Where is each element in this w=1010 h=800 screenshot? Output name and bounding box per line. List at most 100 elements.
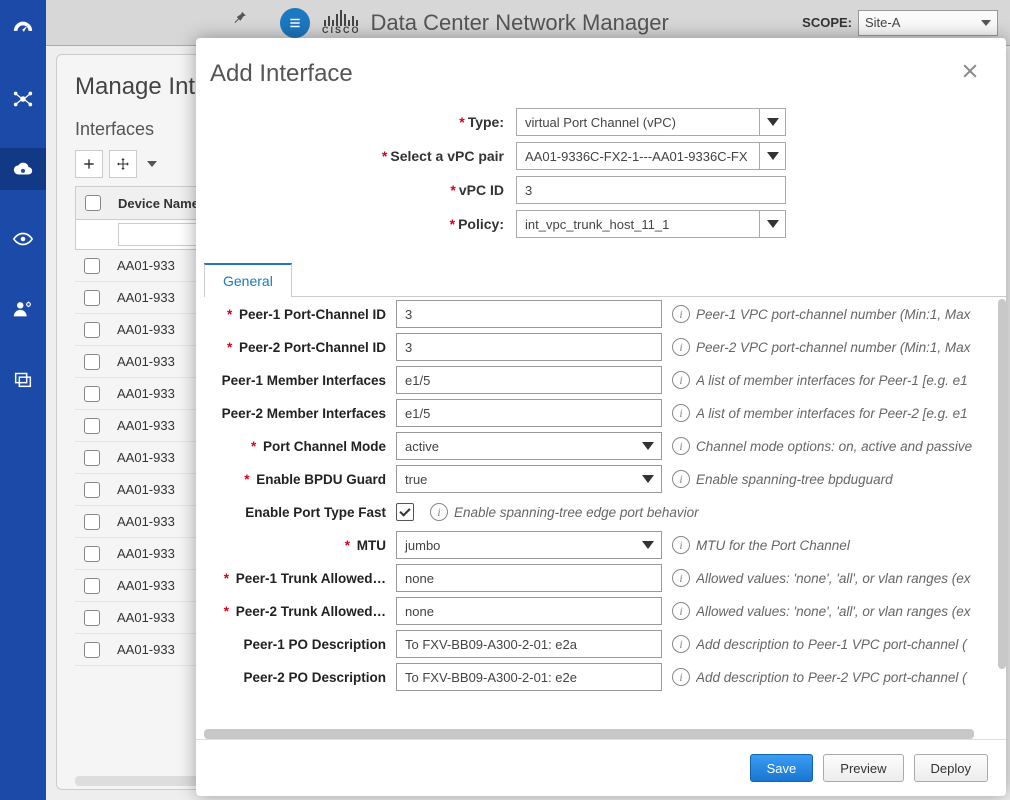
type-value: virtual Port Channel (vPC) bbox=[525, 115, 676, 130]
row-checkbox[interactable] bbox=[84, 514, 100, 530]
field-input[interactable]: none bbox=[396, 564, 662, 592]
nav-topology[interactable] bbox=[0, 78, 46, 120]
row-checkbox[interactable] bbox=[84, 290, 100, 306]
policy-select[interactable]: int_vpc_trunk_host_11_1 bbox=[516, 210, 786, 238]
field-select[interactable]: active bbox=[396, 432, 662, 460]
info-icon[interactable]: i bbox=[672, 404, 690, 422]
info-icon[interactable]: i bbox=[672, 635, 690, 653]
select-all-checkbox[interactable] bbox=[85, 195, 101, 211]
field-label: * Peer-2 Trunk Allowed… bbox=[196, 604, 396, 619]
field-select[interactable]: jumbo bbox=[396, 531, 662, 559]
form-field-row: Peer-2 Member Interfaces e1/5 i A list o… bbox=[196, 397, 998, 429]
tab-strip: General bbox=[204, 262, 1006, 297]
apps-icon bbox=[12, 368, 34, 390]
scope-dropdown[interactable]: Site-A bbox=[858, 10, 998, 36]
info-icon[interactable]: i bbox=[672, 305, 690, 323]
form-field-row: * Port Channel Mode active i Channel mod… bbox=[196, 430, 998, 462]
row-checkbox[interactable] bbox=[84, 546, 100, 562]
field-value: To FXV-BB09-A300-2-01: e2a bbox=[405, 637, 577, 652]
type-select[interactable]: virtual Port Channel (vPC) bbox=[516, 108, 786, 136]
field-label: * MTU bbox=[196, 538, 396, 553]
info-icon[interactable]: i bbox=[672, 536, 690, 554]
nav-apps[interactable] bbox=[0, 358, 46, 400]
tab-general[interactable]: General bbox=[204, 263, 292, 297]
row-checkbox[interactable] bbox=[84, 482, 100, 498]
form-field-row: * Peer-1 Trunk Allowed… none i Allowed v… bbox=[196, 562, 998, 594]
field-help: Peer-1 VPC port-channel number (Min:1, M… bbox=[696, 307, 998, 322]
nav-monitor[interactable] bbox=[0, 218, 46, 260]
cloud-gear-icon bbox=[12, 158, 34, 180]
field-checkbox[interactable] bbox=[396, 503, 414, 521]
field-label: Peer-2 PO Description bbox=[196, 670, 396, 685]
gauge-icon bbox=[12, 18, 34, 40]
row-checkbox[interactable] bbox=[84, 386, 100, 402]
field-input[interactable]: To FXV-BB09-A300-2-01: e2a bbox=[396, 630, 662, 658]
chevron-down-icon bbox=[147, 161, 157, 167]
info-icon[interactable]: i bbox=[672, 668, 690, 686]
row-checkbox[interactable] bbox=[84, 610, 100, 626]
field-input[interactable]: 3 bbox=[396, 333, 662, 361]
modal-v-scrollbar[interactable] bbox=[998, 299, 1006, 669]
chevron-down-icon bbox=[767, 220, 779, 228]
field-help: Add description to Peer-2 VPC port-chann… bbox=[696, 670, 998, 685]
chevron-down-icon bbox=[642, 442, 654, 450]
form-field-row: Enable Port Type Fast i Enable spanning-… bbox=[196, 496, 998, 528]
row-checkbox[interactable] bbox=[84, 450, 100, 466]
field-input[interactable]: 3 bbox=[396, 300, 662, 328]
background-h-scrollbar[interactable] bbox=[75, 776, 215, 786]
field-help: Add description to Peer-1 VPC port-chann… bbox=[696, 637, 998, 652]
vpc-id-input[interactable]: 3 bbox=[516, 176, 786, 204]
form-field-row: * Peer-2 Trunk Allowed… none i Allowed v… bbox=[196, 595, 998, 627]
nav-control[interactable] bbox=[0, 148, 46, 190]
field-label: Peer-1 Member Interfaces bbox=[196, 373, 396, 388]
field-label: * Enable BPDU Guard bbox=[196, 472, 396, 487]
row-checkbox[interactable] bbox=[84, 354, 100, 370]
info-icon[interactable]: i bbox=[672, 569, 690, 587]
field-help: Allowed values: 'none', 'all', or vlan r… bbox=[696, 571, 998, 586]
field-help: A list of member interfaces for Peer-1 [… bbox=[696, 373, 998, 388]
save-button[interactable]: Save bbox=[750, 754, 814, 782]
row-checkbox[interactable] bbox=[84, 258, 100, 274]
field-input[interactable]: To FXV-BB09-A300-2-01: e2e bbox=[396, 663, 662, 691]
field-input[interactable]: none bbox=[396, 597, 662, 625]
field-value: e1/5 bbox=[405, 373, 430, 388]
close-button[interactable] bbox=[960, 60, 980, 88]
info-icon[interactable]: i bbox=[672, 338, 690, 356]
field-input[interactable]: e1/5 bbox=[396, 366, 662, 394]
row-checkbox[interactable] bbox=[84, 578, 100, 594]
modal-h-scrollbar[interactable] bbox=[204, 729, 974, 739]
close-icon bbox=[960, 61, 980, 81]
form-field-row: * MTU jumbo i MTU for the Port Channel bbox=[196, 529, 998, 561]
info-icon[interactable]: i bbox=[672, 371, 690, 389]
field-value: jumbo bbox=[405, 538, 440, 553]
nav-dashboard[interactable] bbox=[0, 8, 46, 50]
row-checkbox[interactable] bbox=[84, 322, 100, 338]
more-button[interactable] bbox=[143, 150, 161, 178]
field-help: Peer-2 VPC port-channel number (Min:1, M… bbox=[696, 340, 998, 355]
move-icon bbox=[116, 157, 130, 171]
deploy-button[interactable]: Deploy bbox=[914, 754, 988, 782]
topology-icon bbox=[12, 88, 34, 110]
info-icon[interactable]: i bbox=[672, 470, 690, 488]
modal-top-form: *Type: virtual Port Channel (vPC) *Selec… bbox=[196, 98, 1006, 254]
info-icon[interactable]: i bbox=[672, 437, 690, 455]
row-checkbox[interactable] bbox=[84, 642, 100, 658]
add-button[interactable] bbox=[75, 150, 103, 178]
field-select[interactable]: true bbox=[396, 465, 662, 493]
info-icon[interactable]: i bbox=[672, 602, 690, 620]
info-icon[interactable]: i bbox=[430, 503, 448, 521]
form-field-row: * Peer-1 Port-Channel ID 3 i Peer-1 VPC … bbox=[196, 298, 998, 330]
pin-icon[interactable] bbox=[230, 8, 248, 29]
preview-button[interactable]: Preview bbox=[823, 754, 903, 782]
field-help: Enable spanning-tree bpduguard bbox=[696, 472, 998, 487]
menu-toggle[interactable] bbox=[280, 8, 310, 38]
move-button[interactable] bbox=[109, 150, 137, 178]
pair-label: Select a vPC pair bbox=[390, 148, 504, 164]
vpc-pair-select[interactable]: AA01-9336C-FX2-1---AA01-9336C-FX bbox=[516, 142, 786, 170]
row-checkbox[interactable] bbox=[84, 418, 100, 434]
modal-footer: Save Preview Deploy bbox=[196, 739, 1006, 796]
nav-admin[interactable] bbox=[0, 288, 46, 330]
vpc-id-value: 3 bbox=[525, 183, 532, 198]
field-input[interactable]: e1/5 bbox=[396, 399, 662, 427]
field-value: active bbox=[405, 439, 439, 454]
